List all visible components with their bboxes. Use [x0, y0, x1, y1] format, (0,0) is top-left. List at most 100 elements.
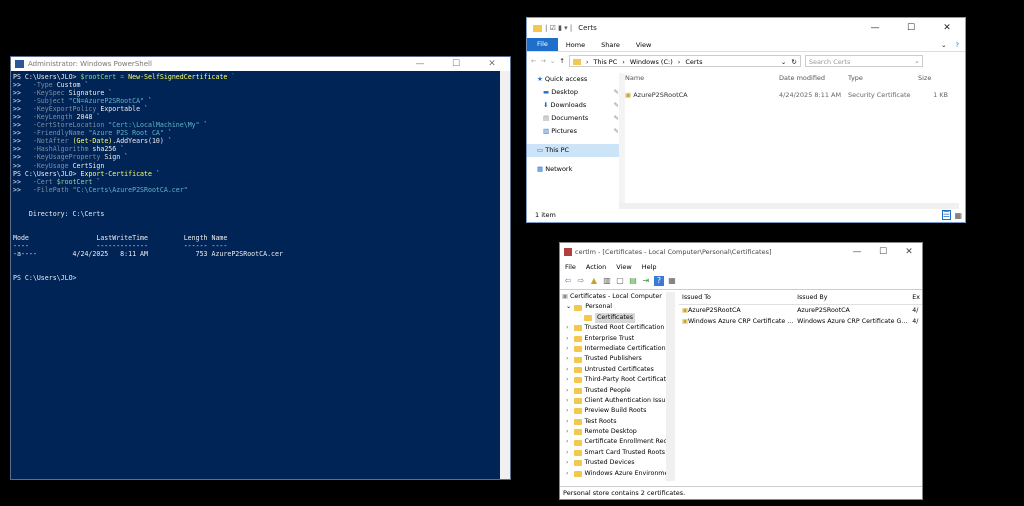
minimize-button[interactable]: —: [857, 21, 893, 35]
tree-folder[interactable]: › Intermediate Certification: [562, 344, 666, 354]
tree-personal[interactable]: ⌄ Personal: [562, 302, 666, 312]
nav-downloads[interactable]: ⬇ Downloads ✎: [527, 99, 619, 112]
tree-folder[interactable]: › Client Authentication Issu: [562, 396, 666, 406]
recent-chevron-icon[interactable]: ⌄: [550, 57, 555, 65]
ribbon-tab-share[interactable]: Share: [593, 41, 628, 49]
column-name[interactable]: Name: [625, 71, 779, 85]
tree-root[interactable]: ▣ Certificates - Local Computer: [562, 292, 666, 302]
back-icon[interactable]: ⇦: [563, 276, 573, 286]
export-list-icon[interactable]: ⇥: [641, 276, 651, 286]
tree-folder[interactable]: › Untrusted Certificates: [562, 365, 666, 375]
nav-desktop[interactable]: ▬ Desktop ✎: [527, 86, 619, 99]
search-input[interactable]: Search Certs: [809, 56, 915, 66]
chevron-right-icon[interactable]: ›: [566, 427, 569, 437]
delete-icon[interactable]: ▢: [615, 276, 625, 286]
chevron-right-icon[interactable]: ›: [566, 396, 569, 406]
large-icons-view-icon[interactable]: ▦: [954, 212, 962, 220]
column-issued-to[interactable]: Issued To: [679, 292, 797, 304]
chevron-right-icon[interactable]: ›: [566, 323, 569, 333]
horizontal-scrollbar[interactable]: [619, 203, 959, 209]
certlm-window[interactable]: certlm - [Certificates - Local Computer\…: [559, 242, 923, 500]
nav-this-pc[interactable]: ▭ This PC: [527, 144, 619, 157]
properties-icon[interactable]: ▤: [628, 276, 638, 286]
column-type[interactable]: Type: [848, 71, 918, 85]
close-button[interactable]: ✕: [929, 21, 965, 35]
chevron-right-icon[interactable]: ›: [566, 375, 569, 385]
show-hide-tree-icon[interactable]: ▥: [602, 276, 612, 286]
chevron-down-icon[interactable]: ⌄: [566, 302, 571, 312]
chevron-right-icon[interactable]: ›: [566, 365, 569, 375]
tree-folder[interactable]: › Windows Azure Environme: [562, 469, 666, 479]
back-icon[interactable]: ←: [531, 57, 536, 65]
quick-access-toolbar[interactable]: | ☑ ▮ ▾ |: [545, 24, 572, 32]
close-button[interactable]: ✕: [896, 245, 922, 259]
breadcrumb-drive[interactable]: Windows (C:): [630, 56, 673, 66]
nav-quick-access[interactable]: ★ Quick access: [527, 73, 619, 86]
menu-file[interactable]: File: [560, 263, 581, 271]
chevron-right-icon[interactable]: ›: [566, 406, 569, 416]
menu-help[interactable]: Help: [637, 263, 662, 271]
tree-folder[interactable]: › Smart Card Trusted Roots: [562, 448, 666, 458]
refresh-icon[interactable]: ↻: [791, 56, 796, 66]
ribbon-tab-file[interactable]: File: [527, 38, 558, 51]
chevron-right-icon[interactable]: ›: [566, 334, 569, 344]
tree-folder[interactable]: › Certificate Enrollment Rec: [562, 437, 666, 447]
powershell-window[interactable]: Administrator: Windows PowerShell — ☐ ✕ …: [10, 56, 511, 480]
nav-pictures[interactable]: ▧ Pictures ✎: [527, 125, 619, 138]
certificate-row[interactable]: ▣AzureP2SRootCA AzureP2SRootCA 4/: [679, 305, 922, 316]
address-bar[interactable]: › This PC › Windows (C:) › Certs ⌄ ↻: [568, 55, 801, 67]
chevron-down-icon[interactable]: ⌄: [938, 41, 949, 49]
powershell-console-output[interactable]: PS C:\Users\JLO> $rootCert = New-SelfSig…: [13, 73, 498, 477]
tree-folder[interactable]: › Preview Build Roots: [562, 406, 666, 416]
menu-action[interactable]: Action: [581, 263, 611, 271]
ribbon-tab-view[interactable]: View: [628, 41, 659, 49]
up-icon[interactable]: ↑: [559, 57, 564, 65]
minimize-button[interactable]: —: [402, 57, 438, 71]
tree-folder[interactable]: › Enterprise Trust: [562, 334, 666, 344]
action-pane-icon[interactable]: ▦: [667, 276, 677, 286]
breadcrumb-certs[interactable]: Certs: [685, 56, 702, 66]
up-folder-icon[interactable]: ▲: [589, 276, 599, 286]
certificate-row[interactable]: ▣Windows Azure CRP Certificate ... Windo…: [679, 316, 922, 327]
tree-folder[interactable]: › Remote Desktop: [562, 427, 666, 437]
tree-folder[interactable]: › Third-Party Root Certificat: [562, 375, 666, 385]
chevron-right-icon[interactable]: ›: [566, 386, 569, 396]
close-button[interactable]: ✕: [474, 57, 510, 71]
chevron-right-icon[interactable]: ›: [566, 354, 569, 364]
tree-certificates[interactable]: Certificates: [562, 312, 666, 324]
forward-icon[interactable]: →: [540, 57, 545, 65]
tree-folder[interactable]: › Trusted People: [562, 386, 666, 396]
tree-folder[interactable]: › Test Roots: [562, 417, 666, 427]
breadcrumb-this-pc[interactable]: This PC: [593, 56, 617, 66]
help-icon[interactable]: ?: [654, 276, 664, 286]
forward-icon[interactable]: ⇨: [576, 276, 586, 286]
help-icon[interactable]: ?: [950, 41, 965, 49]
chevron-right-icon[interactable]: ›: [566, 344, 569, 354]
search-box[interactable]: Search Certs ⌕: [804, 55, 923, 67]
certlm-titlebar[interactable]: certlm - [Certificates - Local Computer\…: [560, 243, 922, 260]
explorer-titlebar[interactable]: | ☑ ▮ ▾ | Certs — ☐ ✕: [527, 18, 965, 38]
minimize-button[interactable]: —: [844, 245, 870, 259]
menu-view[interactable]: View: [611, 263, 636, 271]
chevron-right-icon[interactable]: ›: [566, 469, 569, 479]
nav-documents[interactable]: ▤ Documents ✎: [527, 112, 619, 125]
chevron-right-icon[interactable]: ›: [566, 417, 569, 427]
powershell-scrollbar[interactable]: [500, 71, 510, 479]
chevron-right-icon[interactable]: ›: [566, 448, 569, 458]
tree-folder[interactable]: › Trusted Root Certification: [562, 323, 666, 333]
column-date[interactable]: Date modified: [779, 71, 848, 85]
tree-folder[interactable]: › Trusted Publishers: [562, 354, 666, 364]
chevron-right-icon[interactable]: ›: [566, 458, 569, 468]
powershell-titlebar[interactable]: Administrator: Windows PowerShell — ☐ ✕: [11, 57, 510, 71]
ribbon-tab-home[interactable]: Home: [558, 41, 593, 49]
nav-network[interactable]: ▦ Network: [527, 163, 619, 176]
file-explorer-window[interactable]: | ☑ ▮ ▾ | Certs — ☐ ✕ File Home Share Vi…: [526, 17, 966, 223]
column-size[interactable]: Size: [918, 71, 948, 85]
chevron-right-icon[interactable]: ›: [566, 437, 569, 447]
column-issued-by[interactable]: Issued By: [797, 292, 912, 304]
tree-folder[interactable]: › Trusted Devices: [562, 458, 666, 468]
file-row[interactable]: ▣ AzureP2SRootCA 4/24/2025 8:11 AM Secur…: [625, 88, 965, 102]
maximize-button[interactable]: ☐: [870, 245, 896, 259]
details-view-icon[interactable]: ☰: [941, 210, 951, 220]
tree-scrollbar[interactable]: [666, 292, 675, 481]
